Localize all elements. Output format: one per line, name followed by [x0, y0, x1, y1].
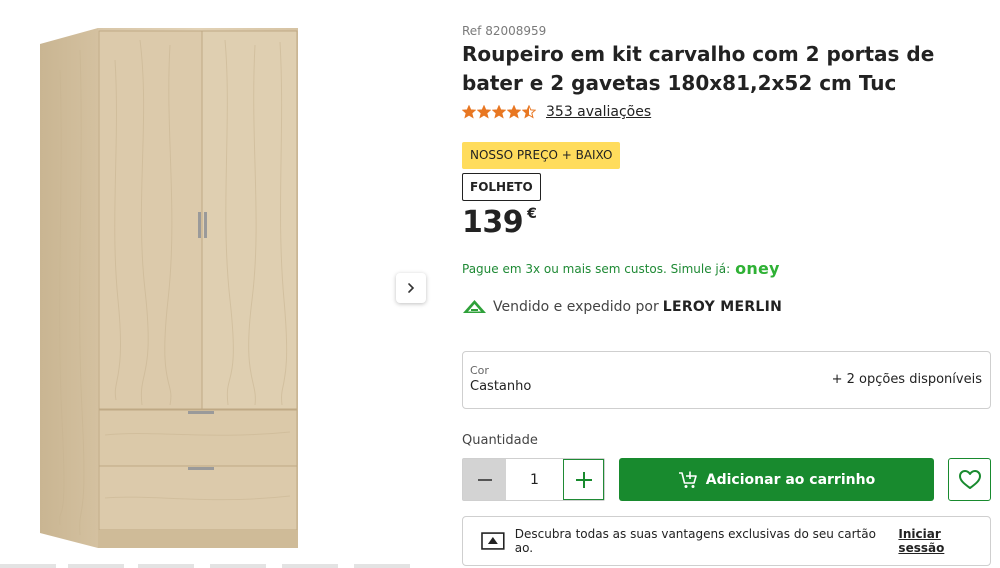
quantity-label: Quantidade	[462, 433, 538, 448]
leroy-merlin-logo	[463, 300, 486, 313]
product-title: Roupeiro em kit carvalho com 2 portas de…	[462, 42, 935, 95]
heart-icon	[958, 469, 981, 489]
star-icon	[477, 105, 491, 119]
rating-stars	[462, 105, 536, 119]
cart-plus-icon	[678, 471, 697, 488]
reviews-link[interactable]: 353 avaliações	[546, 104, 651, 120]
color-label: Cor	[470, 364, 489, 377]
installments-text: Pague em 3x ou mais sem custos. Simule j…	[462, 261, 731, 276]
seller-name: LEROY MERLIN	[662, 299, 783, 315]
chevron-right-icon	[408, 283, 415, 293]
installments-info: Pague em 3x ou mais sem custos. Simule j…	[462, 259, 780, 278]
seller-info: Vendido e expedido por LEROY MERLIN	[462, 299, 782, 315]
decrease-quantity-button[interactable]	[463, 459, 506, 500]
price-currency: €	[527, 206, 537, 222]
product-reference: Ref 82008959	[462, 24, 547, 38]
star-icon	[492, 105, 506, 119]
thumbnail[interactable]	[138, 564, 194, 568]
product-image	[40, 28, 298, 548]
card-icon	[481, 532, 505, 550]
product-gallery	[0, 0, 440, 568]
add-to-cart-button[interactable]: Adicionar ao carrinho	[619, 458, 934, 501]
plus-icon	[575, 471, 592, 488]
lowest-price-badge: NOSSO PREÇO + BAIXO	[462, 142, 621, 169]
increase-quantity-button[interactable]	[563, 459, 604, 500]
thumbnail[interactable]	[68, 564, 124, 568]
thumbnail[interactable]	[282, 564, 338, 568]
seller-text: Vendido e expedido por	[493, 299, 659, 315]
star-icon	[507, 105, 521, 119]
wishlist-button[interactable]	[948, 458, 991, 501]
quantity-input[interactable]	[506, 459, 563, 500]
login-link[interactable]: Iniciar sessão	[898, 527, 990, 555]
star-icon	[462, 105, 476, 119]
loyalty-card-banner: Descubra todas as suas vantagens exclusi…	[462, 516, 991, 566]
color-selector[interactable]: Cor Castanho + 2 opções disponíveis	[462, 351, 991, 409]
color-options-count: + 2 opções disponíveis	[831, 372, 982, 387]
next-image-button[interactable]	[396, 273, 426, 303]
product-rating: 353 avaliações	[462, 104, 651, 120]
loyalty-card-text: Descubra todas as suas vantagens exclusi…	[514, 527, 876, 555]
star-icon	[522, 105, 536, 119]
quantity-stepper	[462, 458, 605, 501]
price: 139 €	[462, 204, 537, 242]
flyer-badge: FOLHETO	[462, 173, 541, 201]
oney-logo[interactable]: oney	[735, 259, 779, 278]
thumbnail[interactable]	[354, 564, 410, 568]
thumbnail-strip	[0, 564, 440, 568]
color-value: Castanho	[470, 379, 532, 394]
price-value: 139	[462, 205, 524, 240]
thumbnail[interactable]	[210, 564, 266, 568]
minus-icon	[477, 478, 492, 481]
add-to-cart-label: Adicionar ao carrinho	[705, 471, 876, 488]
thumbnail[interactable]	[0, 564, 56, 568]
